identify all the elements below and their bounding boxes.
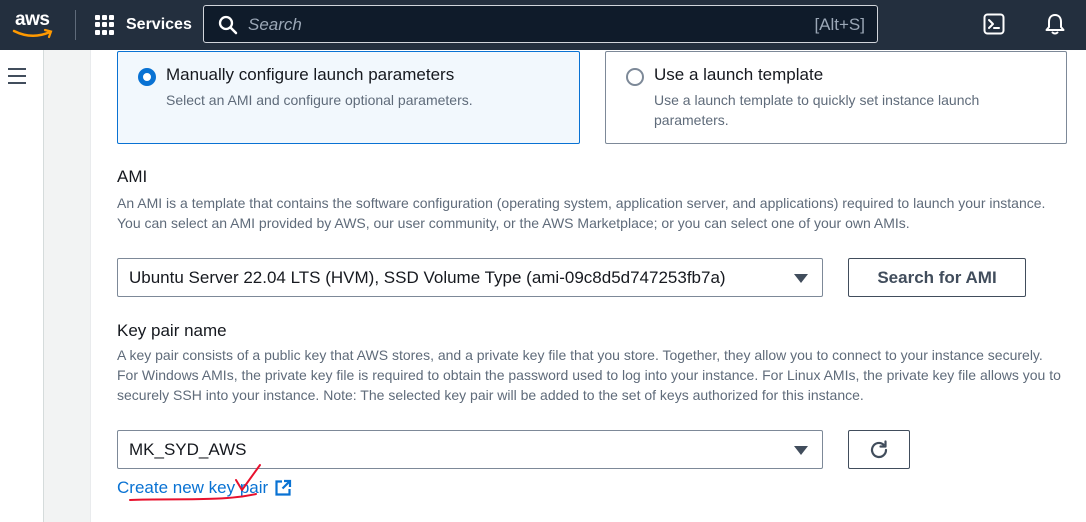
search-shortcut-hint: [Alt+S] (814, 15, 865, 34)
search-placeholder: Search (248, 15, 302, 34)
tile-launch-template[interactable]: Use a launch template Use a launch templ… (605, 51, 1067, 144)
services-grid-icon (95, 15, 115, 35)
caret-down-icon (794, 446, 808, 455)
key-pair-description: A key pair consists of a public key that… (117, 347, 1061, 403)
search-icon (218, 15, 238, 35)
notifications-bell-icon[interactable] (1043, 12, 1067, 36)
tile-title: Use a launch template (654, 65, 824, 84)
key-pair-selected-value: MK_SYD_AWS (129, 440, 247, 459)
ami-label: AMI (117, 167, 148, 186)
ami-select[interactable]: Ubuntu Server 22.04 LTS (HVM), SSD Volum… (117, 258, 823, 297)
radio-launch-template[interactable] (626, 68, 644, 86)
cloudshell-icon[interactable] (983, 13, 1005, 35)
create-new-key-pair-link[interactable]: Create new key pair (117, 478, 292, 498)
tile-manual-configure[interactable]: Manually configure launch parameters Sel… (117, 51, 580, 144)
hamburger-menu-icon[interactable] (8, 68, 26, 89)
page-gutter (44, 50, 91, 522)
search-input[interactable]: Search [Alt+S] (203, 5, 878, 43)
key-pair-label: Key pair name (117, 321, 227, 340)
caret-down-icon (794, 274, 808, 283)
tile-title: Manually configure launch parameters (166, 65, 455, 84)
services-label: Services (126, 16, 192, 33)
create-key-pair-label: Create new key pair (117, 478, 269, 497)
key-pair-select[interactable]: MK_SYD_AWS (117, 430, 823, 469)
tile-description: Use a launch template to quickly set ins… (654, 92, 980, 128)
aws-logo[interactable]: aws (12, 8, 58, 40)
external-link-icon (275, 479, 292, 496)
side-navigation-rail (0, 50, 44, 522)
top-navigation: aws Services Search [Alt+S] (0, 0, 1086, 50)
refresh-key-pairs-button[interactable] (848, 430, 910, 469)
search-for-ami-button[interactable]: Search for AMI (848, 258, 1026, 297)
services-menu-button[interactable]: Services (95, 13, 192, 37)
ami-selected-value: Ubuntu Server 22.04 LTS (HVM), SSD Volum… (129, 268, 726, 287)
ami-description: An AMI is a template that contains the s… (117, 195, 1046, 231)
nav-divider (75, 10, 76, 40)
aws-smile-icon (12, 28, 53, 39)
tile-description: Select an AMI and configure optional par… (166, 92, 473, 108)
refresh-icon (870, 439, 888, 458)
radio-manual-configure[interactable] (138, 68, 156, 86)
